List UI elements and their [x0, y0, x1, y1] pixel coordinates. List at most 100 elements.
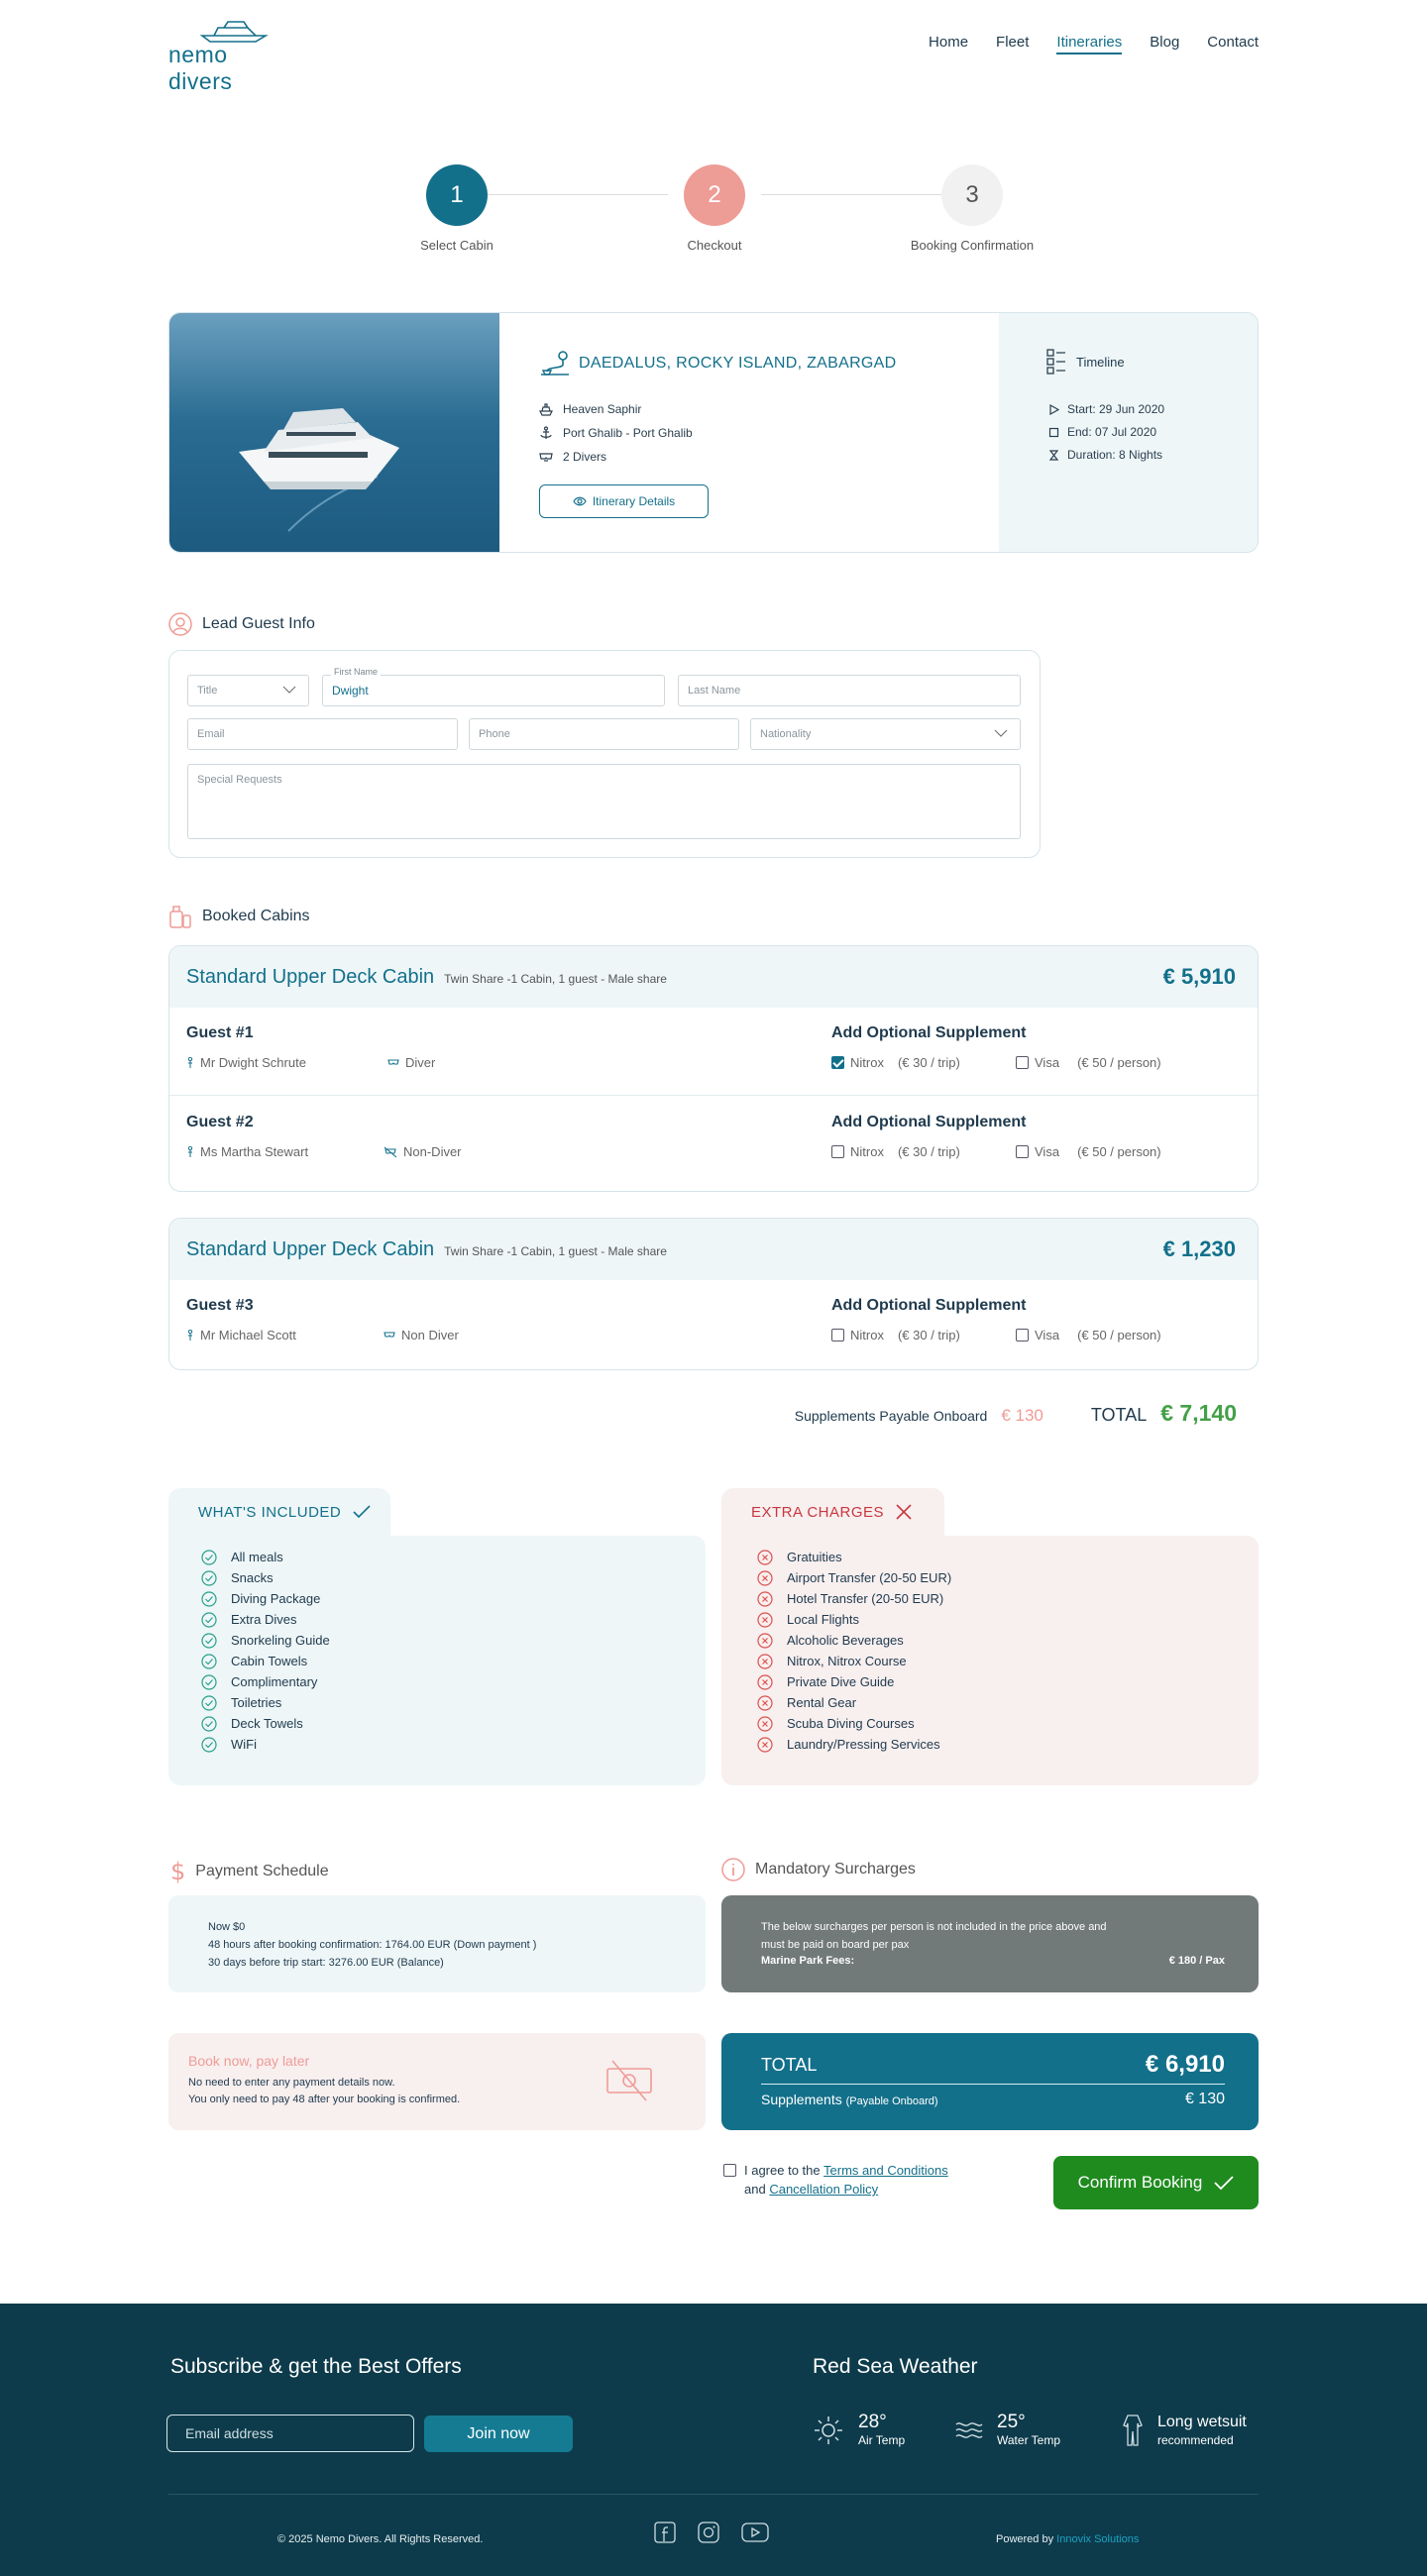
stepper-line-2 [761, 194, 941, 195]
extra-charge-item: Scuba Diving Courses [757, 1713, 951, 1734]
last-name-field[interactable]: Last Name [678, 675, 1021, 706]
nitrox-checkbox[interactable]: Nitrox (€ 30 / trip) [831, 1328, 960, 1342]
check-circle-icon [201, 1590, 217, 1607]
first-name-field[interactable]: First Name Dwight [322, 667, 665, 706]
instagram-icon[interactable] [698, 2522, 719, 2543]
step-3-label: Booking Confirmation [910, 238, 1035, 253]
email-field[interactable]: Email [187, 718, 458, 750]
boat-logo-icon [199, 21, 269, 43]
air-temp: 28° Air Temp [813, 2413, 905, 2448]
special-requests-placeholder: Special Requests [197, 774, 282, 786]
nitrox-price: (€ 30 / trip) [897, 1328, 960, 1342]
surcharges-box: The below surcharges per person is not i… [721, 1895, 1259, 1992]
nav-fleet[interactable]: Fleet [996, 34, 1029, 54]
subscribe-email-input[interactable]: Email address [166, 2415, 414, 2452]
nav-blog[interactable]: Blog [1150, 34, 1179, 54]
extra-charge-item: Nitrox, Nitrox Course [757, 1651, 951, 1671]
hourglass-icon [1048, 449, 1059, 461]
join-now-button[interactable]: Join now [424, 2415, 573, 2452]
checkbox[interactable] [1016, 1145, 1029, 1158]
total-summary-box: TOTAL € 6,910 Supplements (Payable Onboa… [721, 2033, 1259, 2130]
included-item: Complimentary [201, 1671, 330, 1692]
powered-by-link[interactable]: Innovix Solutions [1056, 2533, 1139, 2545]
title-select[interactable]: Title [187, 675, 309, 706]
cancellation-link[interactable]: Cancellation Policy [769, 2182, 878, 2197]
brand-logo[interactable]: nemo divers [168, 18, 297, 94]
booked-cabins-title: Booked Cabins [202, 908, 310, 924]
supplements-label: Supplements Payable Onboard [794, 1408, 988, 1424]
summary-supp: Supplements (Payable Onboard) [761, 2092, 938, 2107]
visa-label: Visa [1035, 1055, 1060, 1070]
cabin-title: Standard Upper Deck Cabin [186, 966, 435, 988]
start-row: Start: 29 Jun 2020 [1048, 402, 1164, 416]
nitrox-checkbox[interactable]: Nitrox (€ 30 / trip) [831, 1055, 960, 1070]
guest-label: Guest #2 [186, 1114, 254, 1130]
nav-home[interactable]: Home [929, 34, 968, 54]
confirm-booking-button[interactable]: Confirm Booking [1053, 2156, 1259, 2209]
cabin-subtitle: Twin Share -1 Cabin, 1 guest - Male shar… [444, 972, 667, 986]
x-circle-icon [757, 1632, 773, 1649]
visa-label: Visa [1035, 1328, 1060, 1342]
social-links [654, 2522, 769, 2543]
visa-checkbox[interactable]: Visa (€ 50 / person) [1016, 1055, 1161, 1070]
included-item: WiFi [201, 1734, 330, 1755]
terms-link[interactable]: Terms and Conditions [823, 2163, 948, 2178]
nav-contact[interactable]: Contact [1207, 34, 1259, 54]
terms-agreement: I agree to the Terms and Conditions and … [723, 2161, 948, 2199]
included-item: Deck Towels [201, 1713, 330, 1734]
air-temp-value: 28° [858, 2412, 887, 2432]
dollar-icon: $ [170, 1858, 186, 1885]
dive-mask-icon [539, 453, 553, 462]
divers-count: 2 Divers [563, 450, 607, 464]
checkbox[interactable] [1016, 1056, 1029, 1069]
person-icon [187, 1329, 193, 1341]
end-date: End: 07 Jul 2020 [1067, 425, 1157, 439]
payment-title: Payment Schedule [195, 1863, 329, 1879]
terms-checkbox[interactable] [723, 2164, 736, 2177]
wetsuit-value: Long wetsuit [1157, 2414, 1247, 2430]
checkbox[interactable] [831, 1145, 844, 1158]
checkbox-checked[interactable] [831, 1056, 844, 1069]
facebook-icon[interactable] [654, 2522, 676, 2543]
total-value: € 7,140 [1160, 1400, 1237, 1426]
nav-itineraries[interactable]: Itineraries [1056, 34, 1123, 54]
nationality-select[interactable]: Nationality [750, 718, 1021, 750]
checkbox[interactable] [831, 1329, 844, 1342]
nitrox-label: Nitrox [850, 1328, 884, 1342]
cabin-card-2: Standard Upper Deck Cabin Twin Share -1 C… [168, 1218, 1259, 1370]
divers-row: 2 Divers [539, 450, 606, 464]
included-item-label: WiFi [231, 1737, 257, 1752]
wetsuit-label: recommended [1157, 2433, 1234, 2447]
check-circle-icon [201, 1715, 217, 1732]
phone-field[interactable]: Phone [469, 718, 739, 750]
visa-checkbox[interactable]: Visa (€ 50 / person) [1016, 1328, 1161, 1342]
extra-charge-item: Private Dive Guide [757, 1671, 951, 1692]
step-2-circle[interactable]: 2 [684, 164, 745, 226]
guest-type-text: Non-Diver [403, 1144, 462, 1159]
wetsuit: Long wetsuit recommended [1122, 2413, 1247, 2448]
nitrox-label: Nitrox [850, 1055, 884, 1070]
itinerary-details-button[interactable]: Itinerary Details [539, 484, 709, 518]
youtube-icon[interactable] [741, 2522, 769, 2543]
included-item-label: Toiletries [231, 1695, 282, 1710]
payment-lines: Now $0 48 hours after booking confirmati… [208, 1918, 536, 1972]
main-nav: Home Fleet Itineraries Blog Contact [929, 34, 1259, 54]
nitrox-price: (€ 30 / trip) [897, 1144, 960, 1159]
step-3-circle[interactable]: 3 [941, 164, 1003, 226]
checkbox[interactable] [1016, 1329, 1029, 1342]
nitrox-checkbox[interactable]: Nitrox (€ 30 / trip) [831, 1144, 960, 1159]
extra-charge-label: Gratuities [787, 1550, 842, 1564]
extra-charge-label: Scuba Diving Courses [787, 1716, 915, 1731]
check-circle-icon [201, 1569, 217, 1586]
visa-checkbox[interactable]: Visa (€ 50 / person) [1016, 1144, 1161, 1159]
guest-type-text: Diver [405, 1055, 436, 1070]
step-1-circle[interactable]: 1 [426, 164, 488, 226]
extra-charge-label: Airport Transfer (20-50 EUR) [787, 1570, 952, 1585]
cabin-price: € 5,910 [1162, 964, 1236, 989]
guest-type: Non-Diver [384, 1144, 462, 1159]
special-requests-field[interactable]: Special Requests [187, 764, 1021, 839]
boat-photo [169, 313, 499, 552]
duration: Duration: 8 Nights [1067, 448, 1163, 462]
wetsuit-icon [1123, 2415, 1143, 2446]
person-icon [187, 1056, 193, 1068]
